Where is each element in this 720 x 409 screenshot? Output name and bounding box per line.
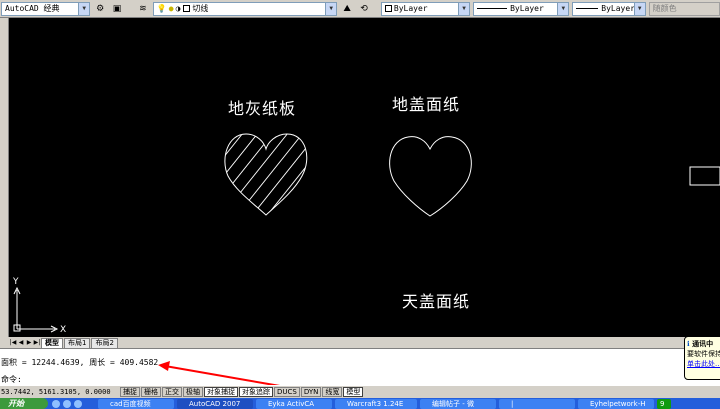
chevron-down-icon[interactable]: ▼ — [325, 2, 337, 15]
first-tab-icon[interactable]: |◀ — [9, 338, 17, 347]
polar-button[interactable]: 极轴 — [183, 387, 203, 397]
partial-rectangle — [689, 166, 720, 186]
taskbar-item[interactable]: Warcraft3 1.24E — [335, 398, 417, 409]
ortho-button[interactable]: 正交 — [162, 387, 182, 397]
layer-value: 切线 — [192, 4, 209, 13]
notification-balloon[interactable]: ℹ 通讯中 要软件保持 单击此处... — [684, 336, 720, 380]
info-icon: ℹ — [687, 340, 690, 348]
command-history-line: 面积 = 12244.4639, 周长 = 409.4582 — [1, 358, 159, 367]
start-button[interactable]: 开始 — [0, 398, 48, 409]
color-value: ByLayer — [393, 4, 428, 13]
lineweight-select[interactable]: ByLayer ▼ — [572, 1, 646, 16]
taskbar-item[interactable]: | — [499, 398, 575, 409]
layer-previous-icon[interactable]: ⟲ — [357, 2, 371, 16]
tab-layout1[interactable]: 布局1 — [64, 337, 91, 348]
chevron-down-icon[interactable]: ▼ — [557, 2, 569, 15]
sun-icon: ● — [168, 4, 174, 13]
right-heart-outline — [389, 136, 472, 217]
linetype-select[interactable]: ByLayer ▼ — [473, 1, 570, 16]
notification-title: 通讯中 — [692, 340, 714, 348]
model-button[interactable]: 模型 — [343, 387, 364, 397]
last-tab-icon[interactable]: ▶| — [33, 338, 41, 347]
workspace-settings-icon[interactable]: ⚙ — [93, 2, 107, 16]
taskbar-item[interactable]: Eyka ActivCA — [256, 398, 332, 409]
notification-body: 要软件保持 — [687, 350, 720, 358]
grid-button[interactable]: 栅格 — [141, 387, 161, 397]
layer-select[interactable]: 💡 ● ◑ 切线 ▼ — [152, 1, 338, 16]
bulb-icon: 💡 — [156, 4, 167, 13]
osnap-button[interactable]: 对象捕捉 — [204, 387, 238, 397]
chevron-down-icon[interactable]: ▼ — [633, 2, 645, 15]
next-tab-icon[interactable]: ▶ — [25, 338, 33, 347]
quick-launch-icon[interactable] — [63, 399, 71, 408]
layer-color-swatch — [183, 5, 191, 12]
layout-tabs: |◀ ◀ ▶ ▶| 模型 布局1 布局2 — [0, 337, 720, 348]
workspace-value: AutoCAD 经典 — [5, 4, 60, 13]
plotstyle-value: 随颜色 — [652, 4, 677, 13]
taskbar-item-autocad[interactable]: AutoCAD 2007 — [177, 398, 253, 409]
drawing-canvas[interactable]: 地灰纸板 地盖面纸 天盖面纸 Y X — [0, 18, 720, 337]
drawing-geometry: Y X — [12, 133, 720, 335]
coordinate-readout: 53.7442, 5161.3105, 0.0000 — [1, 388, 111, 396]
linetype-sample — [477, 8, 508, 9]
lineweight-value: ByLayer — [601, 4, 635, 13]
lock-icon[interactable]: ▣ — [110, 2, 124, 16]
tab-model[interactable]: 模型 — [41, 337, 63, 348]
quick-launch — [48, 399, 98, 408]
chevron-down-icon[interactable]: ▼ — [78, 2, 90, 15]
lwt-button[interactable]: 线宽 — [322, 387, 343, 397]
properties-toolbar: AutoCAD 经典 ▼ ⚙ ▣ ≋ 💡 ● ◑ 切线 ▼ ⛰ ⟲ ByLaye… — [0, 0, 720, 18]
workspace-select[interactable]: AutoCAD 经典 ▼ — [1, 1, 91, 16]
color-swatch-icon — [384, 5, 392, 12]
snap-button[interactable]: 捕捉 — [120, 387, 140, 397]
taskbar-item[interactable]: cad百度视频 — [98, 398, 174, 409]
chevron-down-icon[interactable]: ▼ — [458, 2, 470, 15]
ducs-button[interactable]: DUCS — [274, 387, 300, 397]
dyn-button[interactable]: DYN — [300, 387, 322, 397]
ucs-y-label: Y — [12, 277, 19, 287]
layer-manager-icon[interactable]: ≋ — [136, 2, 150, 16]
make-current-layer-icon[interactable]: ⛰ — [340, 2, 354, 16]
ucs-x-label: X — [60, 325, 66, 335]
ucs-icon — [13, 286, 59, 333]
tray-icon[interactable]: 9 — [657, 398, 671, 409]
quick-launch-icon[interactable] — [52, 399, 60, 408]
left-heart-outline — [224, 133, 308, 216]
command-window[interactable]: 面积 = 12244.4639, 周长 = 409.4582 命令: — [0, 348, 720, 385]
notification-link[interactable]: 单击此处... — [687, 359, 720, 369]
color-select[interactable]: ByLayer ▼ — [380, 1, 471, 16]
windows-taskbar: 开始 cad百度视频 AutoCAD 2007 Eyka ActivCA War… — [0, 398, 720, 409]
status-bar: 53.7442, 5161.3105, 0.0000 捕捉 栅格 正交 极轴 对… — [0, 385, 720, 398]
plotstyle-select[interactable]: 随颜色 — [648, 1, 720, 16]
prev-tab-icon[interactable]: ◀ — [17, 338, 25, 347]
otrack-button[interactable]: 对象追踪 — [239, 387, 273, 397]
linetype-value: ByLayer — [510, 4, 544, 13]
quick-launch-icon[interactable] — [74, 399, 82, 408]
lock-layer-icon: ◑ — [175, 4, 181, 13]
lineweight-sample — [576, 8, 599, 9]
command-prompt[interactable]: 命令: — [1, 374, 22, 385]
taskbar-item[interactable]: Eyhelpetwork-H — [578, 398, 654, 409]
tab-layout2[interactable]: 布局2 — [91, 337, 118, 348]
taskbar-item[interactable]: 编辑帖子 - 微 — [420, 398, 496, 409]
left-heart-hatch — [224, 134, 307, 215]
